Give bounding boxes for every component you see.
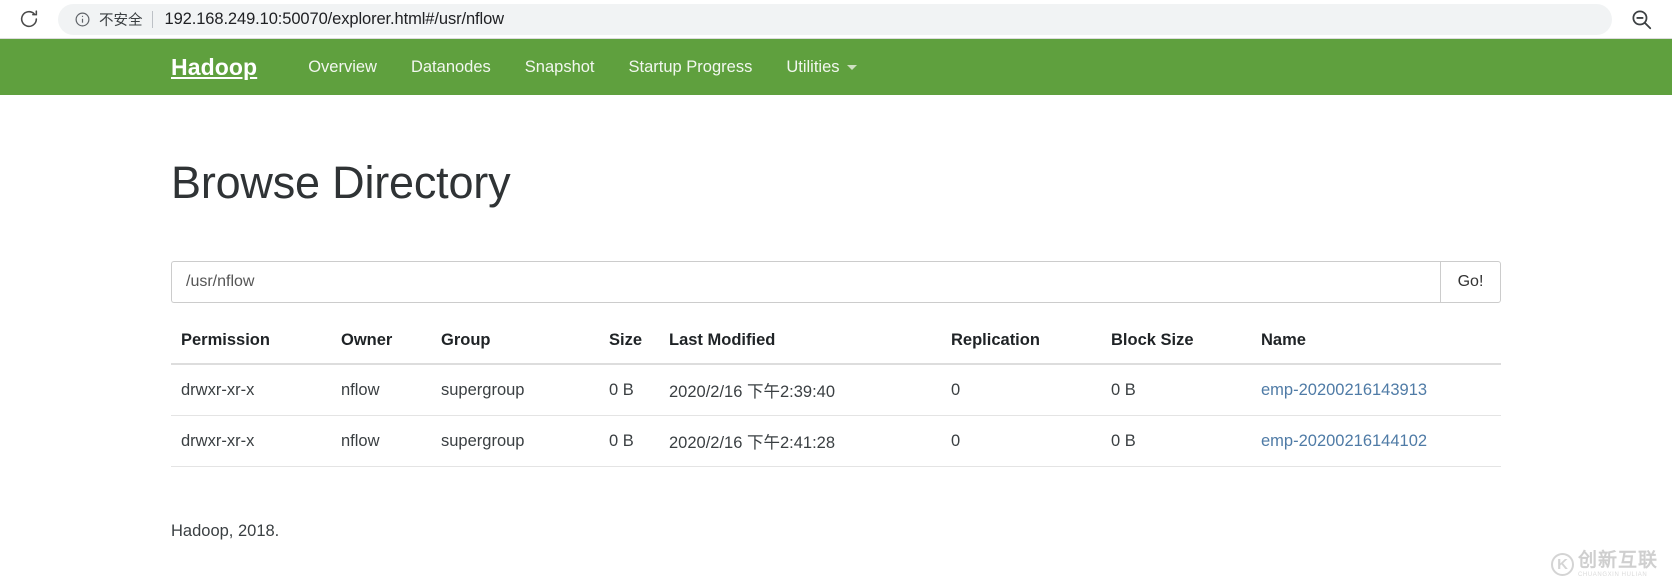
cell-permission: drwxr-xr-x xyxy=(171,364,331,416)
info-circle-icon[interactable] xyxy=(74,11,91,28)
cell-block-size: 0 B xyxy=(1101,415,1251,467)
column-header-block-size: Block Size xyxy=(1101,325,1251,365)
hadoop-navbar: Hadoop Overview Datanodes Snapshot Start… xyxy=(0,39,1672,95)
column-header-replication: Replication xyxy=(941,325,1101,365)
path-form: Go! xyxy=(171,261,1501,303)
watermark-mark-icon: K xyxy=(1550,553,1574,576)
nav-item-utilities-label: Utilities xyxy=(786,57,840,76)
security-status-label: 不安全 xyxy=(99,12,143,29)
path-input[interactable] xyxy=(171,261,1440,303)
cell-group: supergroup xyxy=(431,415,599,467)
nav-item-datanodes[interactable]: Datanodes xyxy=(394,58,508,77)
cell-size: 0 B xyxy=(599,364,659,416)
nav-item-startup-progress[interactable]: Startup Progress xyxy=(612,58,770,77)
page-container: Browse Directory Go! Permission Owner Gr… xyxy=(0,157,1672,541)
cell-last-modified: 2020/2/16 下午2:41:28 xyxy=(659,415,941,467)
brand-hadoop[interactable]: Hadoop xyxy=(171,54,257,81)
column-header-owner: Owner xyxy=(331,325,431,365)
table-row: drwxr-xr-x nflow supergroup 0 B 2020/2/1… xyxy=(171,364,1501,416)
column-header-last-modified: Last Modified xyxy=(659,325,941,365)
nav-item-startup-progress-label: Startup Progress xyxy=(628,57,753,76)
nav-item-overview-label: Overview xyxy=(308,57,377,76)
nav-item-datanodes-label: Datanodes xyxy=(410,57,491,76)
nav-item-snapshot[interactable]: Snapshot xyxy=(508,58,612,77)
navbar-links: Overview Datanodes Snapshot Startup Prog… xyxy=(291,58,873,77)
nav-item-utilities[interactable]: Utilities xyxy=(769,58,873,77)
directory-link[interactable]: emp-20200216144102 xyxy=(1261,432,1427,450)
cell-last-modified: 2020/2/16 下午2:39:40 xyxy=(659,364,941,416)
column-header-permission: Permission xyxy=(171,325,331,365)
column-header-group: Group xyxy=(431,325,599,365)
zoom-out-button[interactable] xyxy=(1624,2,1658,36)
omnibox-divider xyxy=(151,10,153,28)
cell-block-size: 0 B xyxy=(1101,364,1251,416)
cell-owner: nflow xyxy=(331,415,431,467)
browser-toolbar: 不安全 192.168.249.10:50070/explorer.html#/… xyxy=(0,0,1672,39)
cell-size: 0 B xyxy=(599,415,659,467)
cell-replication: 0 xyxy=(941,364,1101,416)
go-button[interactable]: Go! xyxy=(1440,261,1501,303)
nav-item-overview[interactable]: Overview xyxy=(291,58,394,77)
zoom-out-icon xyxy=(1631,9,1651,29)
address-bar[interactable]: 不安全 192.168.249.10:50070/explorer.html#/… xyxy=(58,3,1612,35)
table-row: drwxr-xr-x nflow supergroup 0 B 2020/2/1… xyxy=(171,415,1501,467)
watermark-logo: K 创新互联 CHUANGXIN HULIAN xyxy=(1550,551,1658,578)
watermark-cn-text: 创新互联 xyxy=(1577,550,1658,571)
column-header-name: Name xyxy=(1251,325,1501,365)
chevron-down-icon xyxy=(846,64,857,70)
page-title: Browse Directory xyxy=(171,157,511,208)
directory-link[interactable]: emp-20200216143913 xyxy=(1261,381,1427,399)
column-header-size: Size xyxy=(599,325,659,365)
url-text: 192.168.249.10:50070/explorer.html#/usr/… xyxy=(164,9,505,28)
cell-group: supergroup xyxy=(431,364,599,416)
cell-owner: nflow xyxy=(331,364,431,416)
cell-name: emp-20200216144102 xyxy=(1251,415,1501,467)
reload-icon xyxy=(20,10,38,28)
watermark-en-text: CHUANGXIN HULIAN xyxy=(1577,572,1648,578)
table-header-row: Permission Owner Group Size Last Modifie… xyxy=(171,325,1501,365)
nav-item-snapshot-label: Snapshot xyxy=(524,57,595,76)
cell-name: emp-20200216143913 xyxy=(1251,364,1501,416)
watermark-text: 创新互联 CHUANGXIN HULIAN xyxy=(1578,551,1658,578)
directory-listing-table: Permission Owner Group Size Last Modifie… xyxy=(171,325,1501,467)
page-footer: Hadoop, 2018. xyxy=(171,522,280,540)
reload-button[interactable] xyxy=(14,4,44,34)
cell-permission: drwxr-xr-x xyxy=(171,415,331,467)
cell-replication: 0 xyxy=(941,415,1101,467)
